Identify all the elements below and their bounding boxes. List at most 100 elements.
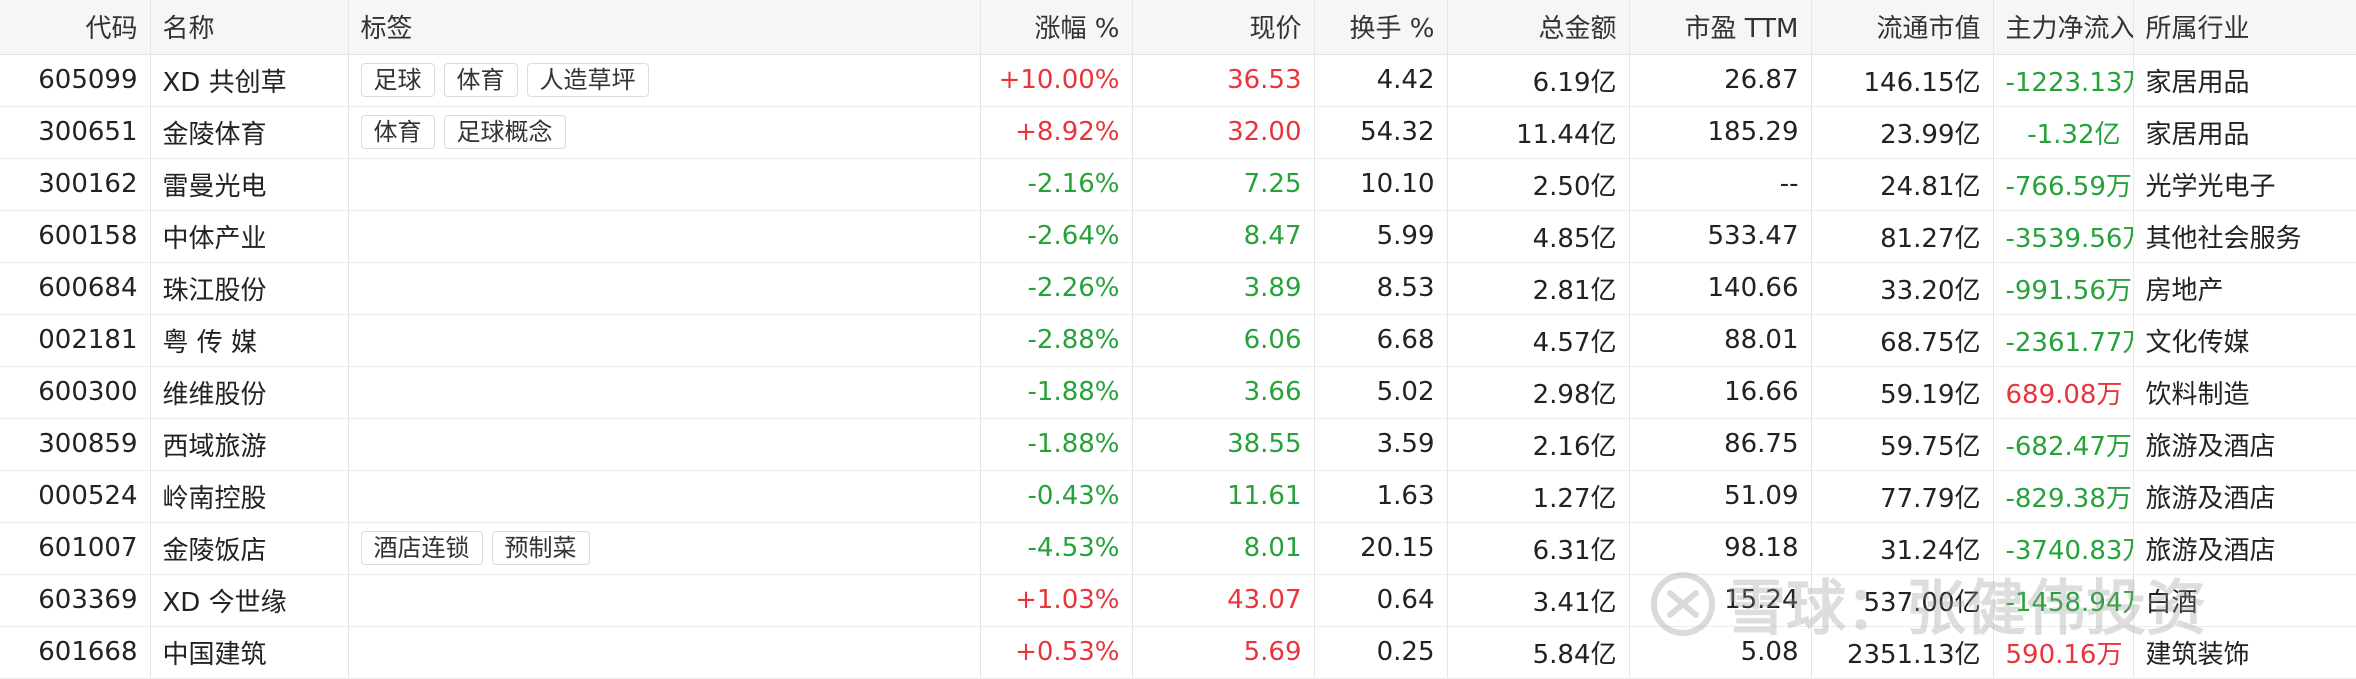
- table-row[interactable]: 605099 XD 共创草 足球 体育 人造草坪 +10.00% 36.53 4.42 6.19…: [0, 54, 2356, 107]
- price: 36.53: [1132, 54, 1315, 107]
- pe-ttm: 86.75: [1629, 418, 1812, 471]
- price: 11.61: [1132, 470, 1315, 523]
- main-net-inflow: -3740.83万: [1993, 522, 2134, 575]
- float-market-cap: 146.15亿: [1811, 54, 1994, 107]
- float-market-cap: 33.20亿: [1811, 262, 1994, 315]
- table-row[interactable]: 300162 雷曼光电 -2.16% 7.25 10.10 2.50亿 -- 24.81亿 -7…: [0, 158, 2356, 211]
- total-amount: 1.27亿: [1447, 470, 1630, 523]
- column-header-name[interactable]: 名称: [150, 0, 349, 55]
- column-header-industry[interactable]: 所属行业: [2133, 0, 2356, 55]
- stock-name[interactable]: 金陵饭店: [150, 522, 349, 575]
- change-pct: -2.64%: [980, 210, 1133, 263]
- stock-code: 002181: [0, 314, 151, 367]
- table-row[interactable]: 300859 西域旅游 -1.88% 38.55 3.59 2.16亿 86.75 59.75…: [0, 418, 2356, 471]
- pe-ttm: 15.24: [1629, 574, 1812, 627]
- change-pct: +8.92%: [980, 106, 1133, 159]
- tag-chip[interactable]: 人造草坪: [526, 63, 649, 97]
- stock-code: 000524: [0, 470, 151, 523]
- column-header-pe[interactable]: 市盈 TTM: [1629, 0, 1812, 55]
- float-market-cap: 81.27亿: [1811, 210, 1994, 263]
- column-header-change[interactable]: 涨幅 %: [980, 0, 1133, 55]
- change-pct: -1.88%: [980, 366, 1133, 419]
- table-row[interactable]: 603369 XD 今世缘 +1.03% 43.07 0.64 3.41亿 15.24 537…: [0, 574, 2356, 627]
- stock-name[interactable]: 中体产业: [150, 210, 349, 263]
- tag-chip[interactable]: 预制菜: [491, 531, 590, 565]
- change-pct: -4.53%: [980, 522, 1133, 575]
- price: 6.06: [1132, 314, 1315, 367]
- stock-name[interactable]: 中国建筑: [150, 626, 349, 679]
- stock-name[interactable]: XD 共创草: [150, 54, 349, 107]
- pe-ttm: 98.18: [1629, 522, 1812, 575]
- table-row[interactable]: 600158 中体产业 -2.64% 8.47 5.99 4.85亿 533.47 81.27…: [0, 210, 2356, 263]
- tags-cell: 足球 体育 人造草坪: [348, 54, 981, 107]
- industry: 饮料制造: [2133, 366, 2356, 419]
- column-header-turnover[interactable]: 换手 %: [1314, 0, 1448, 55]
- change-pct: -2.88%: [980, 314, 1133, 367]
- float-market-cap: 537.00亿: [1811, 574, 1994, 627]
- turnover: 8.53: [1314, 262, 1448, 315]
- stock-name[interactable]: 西域旅游: [150, 418, 349, 471]
- tags-cell: [348, 210, 981, 263]
- tag-chip[interactable]: 体育: [443, 63, 518, 97]
- table-row[interactable]: 000524 岭南控股 -0.43% 11.61 1.63 1.27亿 51.09 77.79…: [0, 470, 2356, 523]
- total-amount: 2.98亿: [1447, 366, 1630, 419]
- main-net-inflow: -1.32亿: [1993, 106, 2134, 159]
- float-market-cap: 31.24亿: [1811, 522, 1994, 575]
- price: 32.00: [1132, 106, 1315, 159]
- stock-name[interactable]: 维维股份: [150, 366, 349, 419]
- turnover: 5.99: [1314, 210, 1448, 263]
- tag-chip[interactable]: 酒店连锁: [360, 531, 483, 565]
- change-pct: -0.43%: [980, 470, 1133, 523]
- tag-chip[interactable]: 足球概念: [443, 115, 566, 149]
- tag-chip[interactable]: 体育: [360, 115, 435, 149]
- column-header-float-cap[interactable]: 流通市值: [1811, 0, 1994, 55]
- industry: 家居用品: [2133, 54, 2356, 107]
- total-amount: 2.16亿: [1447, 418, 1630, 471]
- main-net-inflow: 689.08万: [1993, 366, 2134, 419]
- industry: 文化传媒: [2133, 314, 2356, 367]
- total-amount: 2.81亿: [1447, 262, 1630, 315]
- table-header: 代码 名称 标签 涨幅 % 现价 换手 % 总金额 市盈 TTM 流通市值 主力…: [0, 0, 2356, 55]
- industry: 白酒: [2133, 574, 2356, 627]
- tag-chip[interactable]: 足球: [360, 63, 435, 97]
- main-net-inflow: 590.16万: [1993, 626, 2134, 679]
- tags-cell: [348, 314, 981, 367]
- main-net-inflow: -991.56万: [1993, 262, 2134, 315]
- column-header-amount[interactable]: 总金额: [1447, 0, 1630, 55]
- industry: 旅游及酒店: [2133, 522, 2356, 575]
- column-header-code[interactable]: 代码: [0, 0, 151, 55]
- table-row[interactable]: 002181 粤 传 媒 -2.88% 6.06 6.68 4.57亿 88.01 68.75…: [0, 314, 2356, 367]
- industry: 旅游及酒店: [2133, 470, 2356, 523]
- main-net-inflow: -3539.56万: [1993, 210, 2134, 263]
- change-pct: -2.26%: [980, 262, 1133, 315]
- stock-name[interactable]: XD 今世缘: [150, 574, 349, 627]
- price: 7.25: [1132, 158, 1315, 211]
- table-row[interactable]: 600684 珠江股份 -2.26% 3.89 8.53 2.81亿 140.66 33.20…: [0, 262, 2356, 315]
- table-row[interactable]: 600300 维维股份 -1.88% 3.66 5.02 2.98亿 16.66 59.19亿…: [0, 366, 2356, 419]
- stock-code: 300162: [0, 158, 151, 211]
- table-row[interactable]: 300651 金陵体育 体育 足球概念 +8.92% 32.00 54.32 11.44亿 18…: [0, 106, 2356, 159]
- stock-name[interactable]: 雷曼光电: [150, 158, 349, 211]
- main-net-inflow: -766.59万: [1993, 158, 2134, 211]
- stock-name[interactable]: 岭南控股: [150, 470, 349, 523]
- column-header-inflow[interactable]: 主力净流入: [1993, 0, 2134, 55]
- float-market-cap: 23.99亿: [1811, 106, 1994, 159]
- stock-name[interactable]: 粤 传 媒: [150, 314, 349, 367]
- column-header-price[interactable]: 现价: [1132, 0, 1315, 55]
- price: 38.55: [1132, 418, 1315, 471]
- tags-cell: [348, 574, 981, 627]
- price: 43.07: [1132, 574, 1315, 627]
- stock-code: 300651: [0, 106, 151, 159]
- tags-cell: [348, 626, 981, 679]
- price: 3.89: [1132, 262, 1315, 315]
- stock-name[interactable]: 珠江股份: [150, 262, 349, 315]
- stock-name[interactable]: 金陵体育: [150, 106, 349, 159]
- change-pct: +10.00%: [980, 54, 1133, 107]
- total-amount: 3.41亿: [1447, 574, 1630, 627]
- table-row[interactable]: 601668 中国建筑 +0.53% 5.69 0.25 5.84亿 5.08 2351.13…: [0, 626, 2356, 679]
- industry: 光学光电子: [2133, 158, 2356, 211]
- column-header-tags[interactable]: 标签: [348, 0, 981, 55]
- table-row[interactable]: 601007 金陵饭店 酒店连锁 预制菜 -4.53% 8.01 20.15 6.31亿 98.…: [0, 522, 2356, 575]
- turnover: 10.10: [1314, 158, 1448, 211]
- tags-cell: [348, 418, 981, 471]
